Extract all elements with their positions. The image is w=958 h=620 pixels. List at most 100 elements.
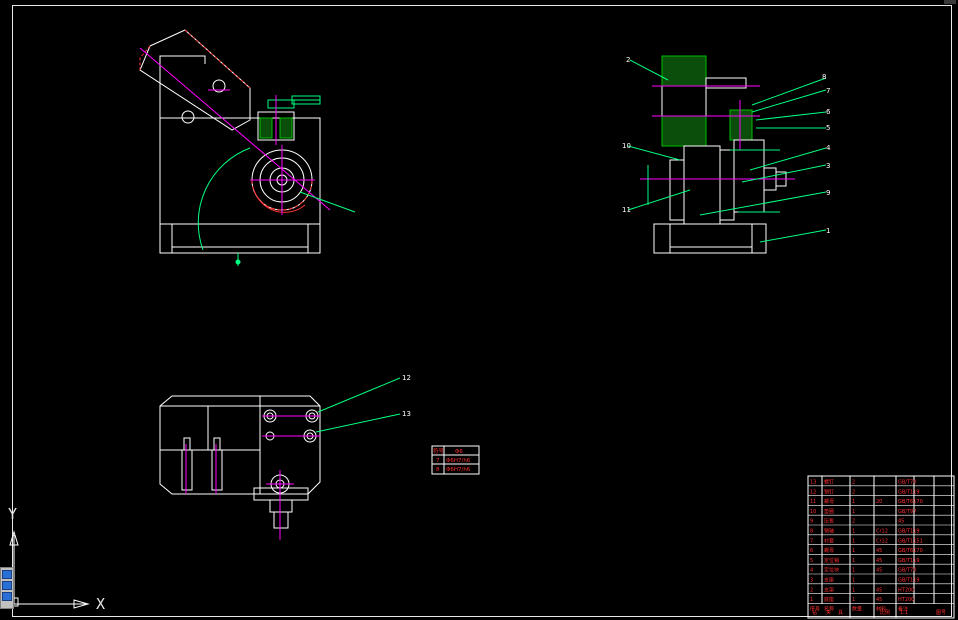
tol-row-0-b: Φ6H7/h6 [446, 458, 471, 464]
title-cell: HT200 [898, 597, 914, 603]
title-cell: 垫圈 [824, 508, 834, 515]
title-cell: 6 [810, 548, 813, 554]
title-cell: GB/T70 [898, 480, 916, 486]
title-cell: 4 [810, 568, 813, 574]
title-cell: 9 [810, 519, 813, 525]
title-cell: 1 [852, 597, 855, 603]
tol-header-0: 符号 [433, 447, 445, 455]
title-cell: 1 [852, 558, 855, 564]
title-cell: Cr12 [876, 529, 888, 535]
balloon-6: 6 [826, 108, 831, 116]
title-cell: GB/T119 [898, 489, 920, 495]
title-cell: 螺母 [824, 498, 834, 505]
title-cell: 销钉 [824, 488, 834, 495]
balloon-13: 13 [402, 410, 411, 418]
title-cell: 1 [852, 568, 855, 574]
title-footer-cell: 图号 [936, 610, 946, 616]
balloon-7: 7 [826, 87, 830, 95]
balloon-5: 5 [826, 124, 830, 132]
balloon-10: 10 [622, 142, 631, 150]
drawing-canvas[interactable]: 1 2 3 4 5 6 7 8 9 10 11 12 13 符号 Φ6 7 Φ6… [0, 0, 958, 620]
title-cell: 45 [876, 548, 882, 554]
title-cell: 11 [810, 499, 816, 505]
title-cell: 1 [852, 509, 855, 515]
balloon-3: 3 [826, 162, 830, 170]
title-cell: 45 [876, 597, 882, 603]
title-cell: 螺钉 [824, 479, 834, 486]
tool-palette[interactable] [0, 567, 14, 609]
ucs-icon [9, 530, 90, 609]
title-cell: Cr12 [876, 538, 888, 544]
title-footer-cell: 1:1 [900, 610, 908, 616]
palette-tool-icon[interactable] [2, 570, 12, 579]
title-cell: 销轴 [824, 528, 834, 535]
title-cell: 2 [852, 519, 855, 525]
title-footer-cell: 具 [838, 610, 843, 616]
title-footer-cell: 比例 [880, 609, 890, 616]
title-cell: 3 [810, 578, 813, 584]
title-cell: 10 [810, 509, 816, 515]
title-cell: HT200 [898, 587, 914, 593]
balloon-9: 9 [826, 189, 830, 197]
title-cell: 压板 [824, 518, 834, 525]
title-cell: 支架 [824, 586, 834, 593]
title-cell: GB/T6170 [898, 499, 923, 505]
palette-tool-icon[interactable] [2, 592, 12, 601]
balloon-4: 4 [826, 144, 831, 152]
title-cell: GB/T119 [898, 529, 920, 535]
title-cell: GB/T70 [898, 568, 916, 574]
title-cell: 1 [852, 529, 855, 535]
title-cell: 定位销 [824, 557, 839, 564]
title-footer-cell: 夹 [826, 609, 831, 616]
title-cell: 20 [876, 499, 882, 505]
cad-drawing: 1 2 3 4 5 6 7 8 9 10 11 12 13 符号 Φ6 7 Φ6… [9, 29, 955, 619]
title-cell: 1 [852, 499, 855, 505]
title-cell: 定位块 [824, 567, 839, 574]
title-cell: 13 [810, 480, 816, 486]
title-cell: 2 [810, 587, 813, 593]
balloon-2: 2 [626, 56, 630, 64]
title-cell: 45 [876, 587, 882, 593]
balloon-12: 12 [402, 374, 411, 382]
ucs-y-label: Y [8, 505, 18, 523]
title-block-rows: 13 螺钉 2 GB/T7012 销钉 2 GB/T11911 螺母 1 20 GB/T617010… [808, 479, 954, 616]
ucs-x-label: X [96, 595, 106, 613]
title-cell: 1 [852, 548, 855, 554]
title-cell: 底座 [824, 596, 834, 603]
plan-view-balloons: 12 13 [402, 374, 411, 418]
title-cell: 螺母 [824, 547, 834, 554]
title-footer-cell: 钻 [812, 609, 817, 616]
title-header-cell: 数量 [852, 605, 862, 612]
title-cell: GB/T97 [898, 509, 916, 515]
title-cell: GB/T6170 [898, 548, 923, 554]
tol-row-1-b: Φ6H7/h6 [446, 467, 471, 473]
tol-header-1: Φ6 [455, 449, 463, 455]
side-view-leaders [627, 59, 827, 243]
balloon-11: 11 [622, 206, 631, 214]
title-cell: 1 [852, 538, 855, 544]
tol-row-0-a: 7 [436, 458, 440, 464]
title-cell: GB/T1151 [898, 538, 923, 544]
title-cell: 5 [810, 558, 813, 564]
title-cell: GB/T119 [898, 558, 920, 564]
side-view-balloons: 1 2 3 4 5 6 7 8 9 10 11 [622, 56, 831, 235]
plan-view-leaders [315, 377, 401, 433]
title-cell: GB/T119 [898, 578, 920, 584]
title-cell: 45 [898, 519, 904, 525]
title-cell: 1 [852, 587, 855, 593]
tol-row-1-a: 8 [436, 467, 440, 473]
title-cell: 8 [810, 529, 813, 535]
title-cell: 2 [852, 480, 855, 486]
balloon-1: 1 [826, 227, 830, 235]
title-cell: 1 [852, 578, 855, 584]
title-cell: 45 [876, 558, 882, 564]
title-cell: 衬套 [824, 537, 834, 544]
front-view [139, 29, 321, 254]
balloon-8: 8 [822, 73, 826, 81]
title-cell: 12 [810, 489, 816, 495]
title-cell: 45 [876, 568, 882, 574]
title-cell: 2 [852, 489, 855, 495]
title-cell: 1 [810, 597, 813, 603]
title-cell: 支座 [824, 577, 834, 584]
palette-tool-icon[interactable] [2, 581, 12, 590]
